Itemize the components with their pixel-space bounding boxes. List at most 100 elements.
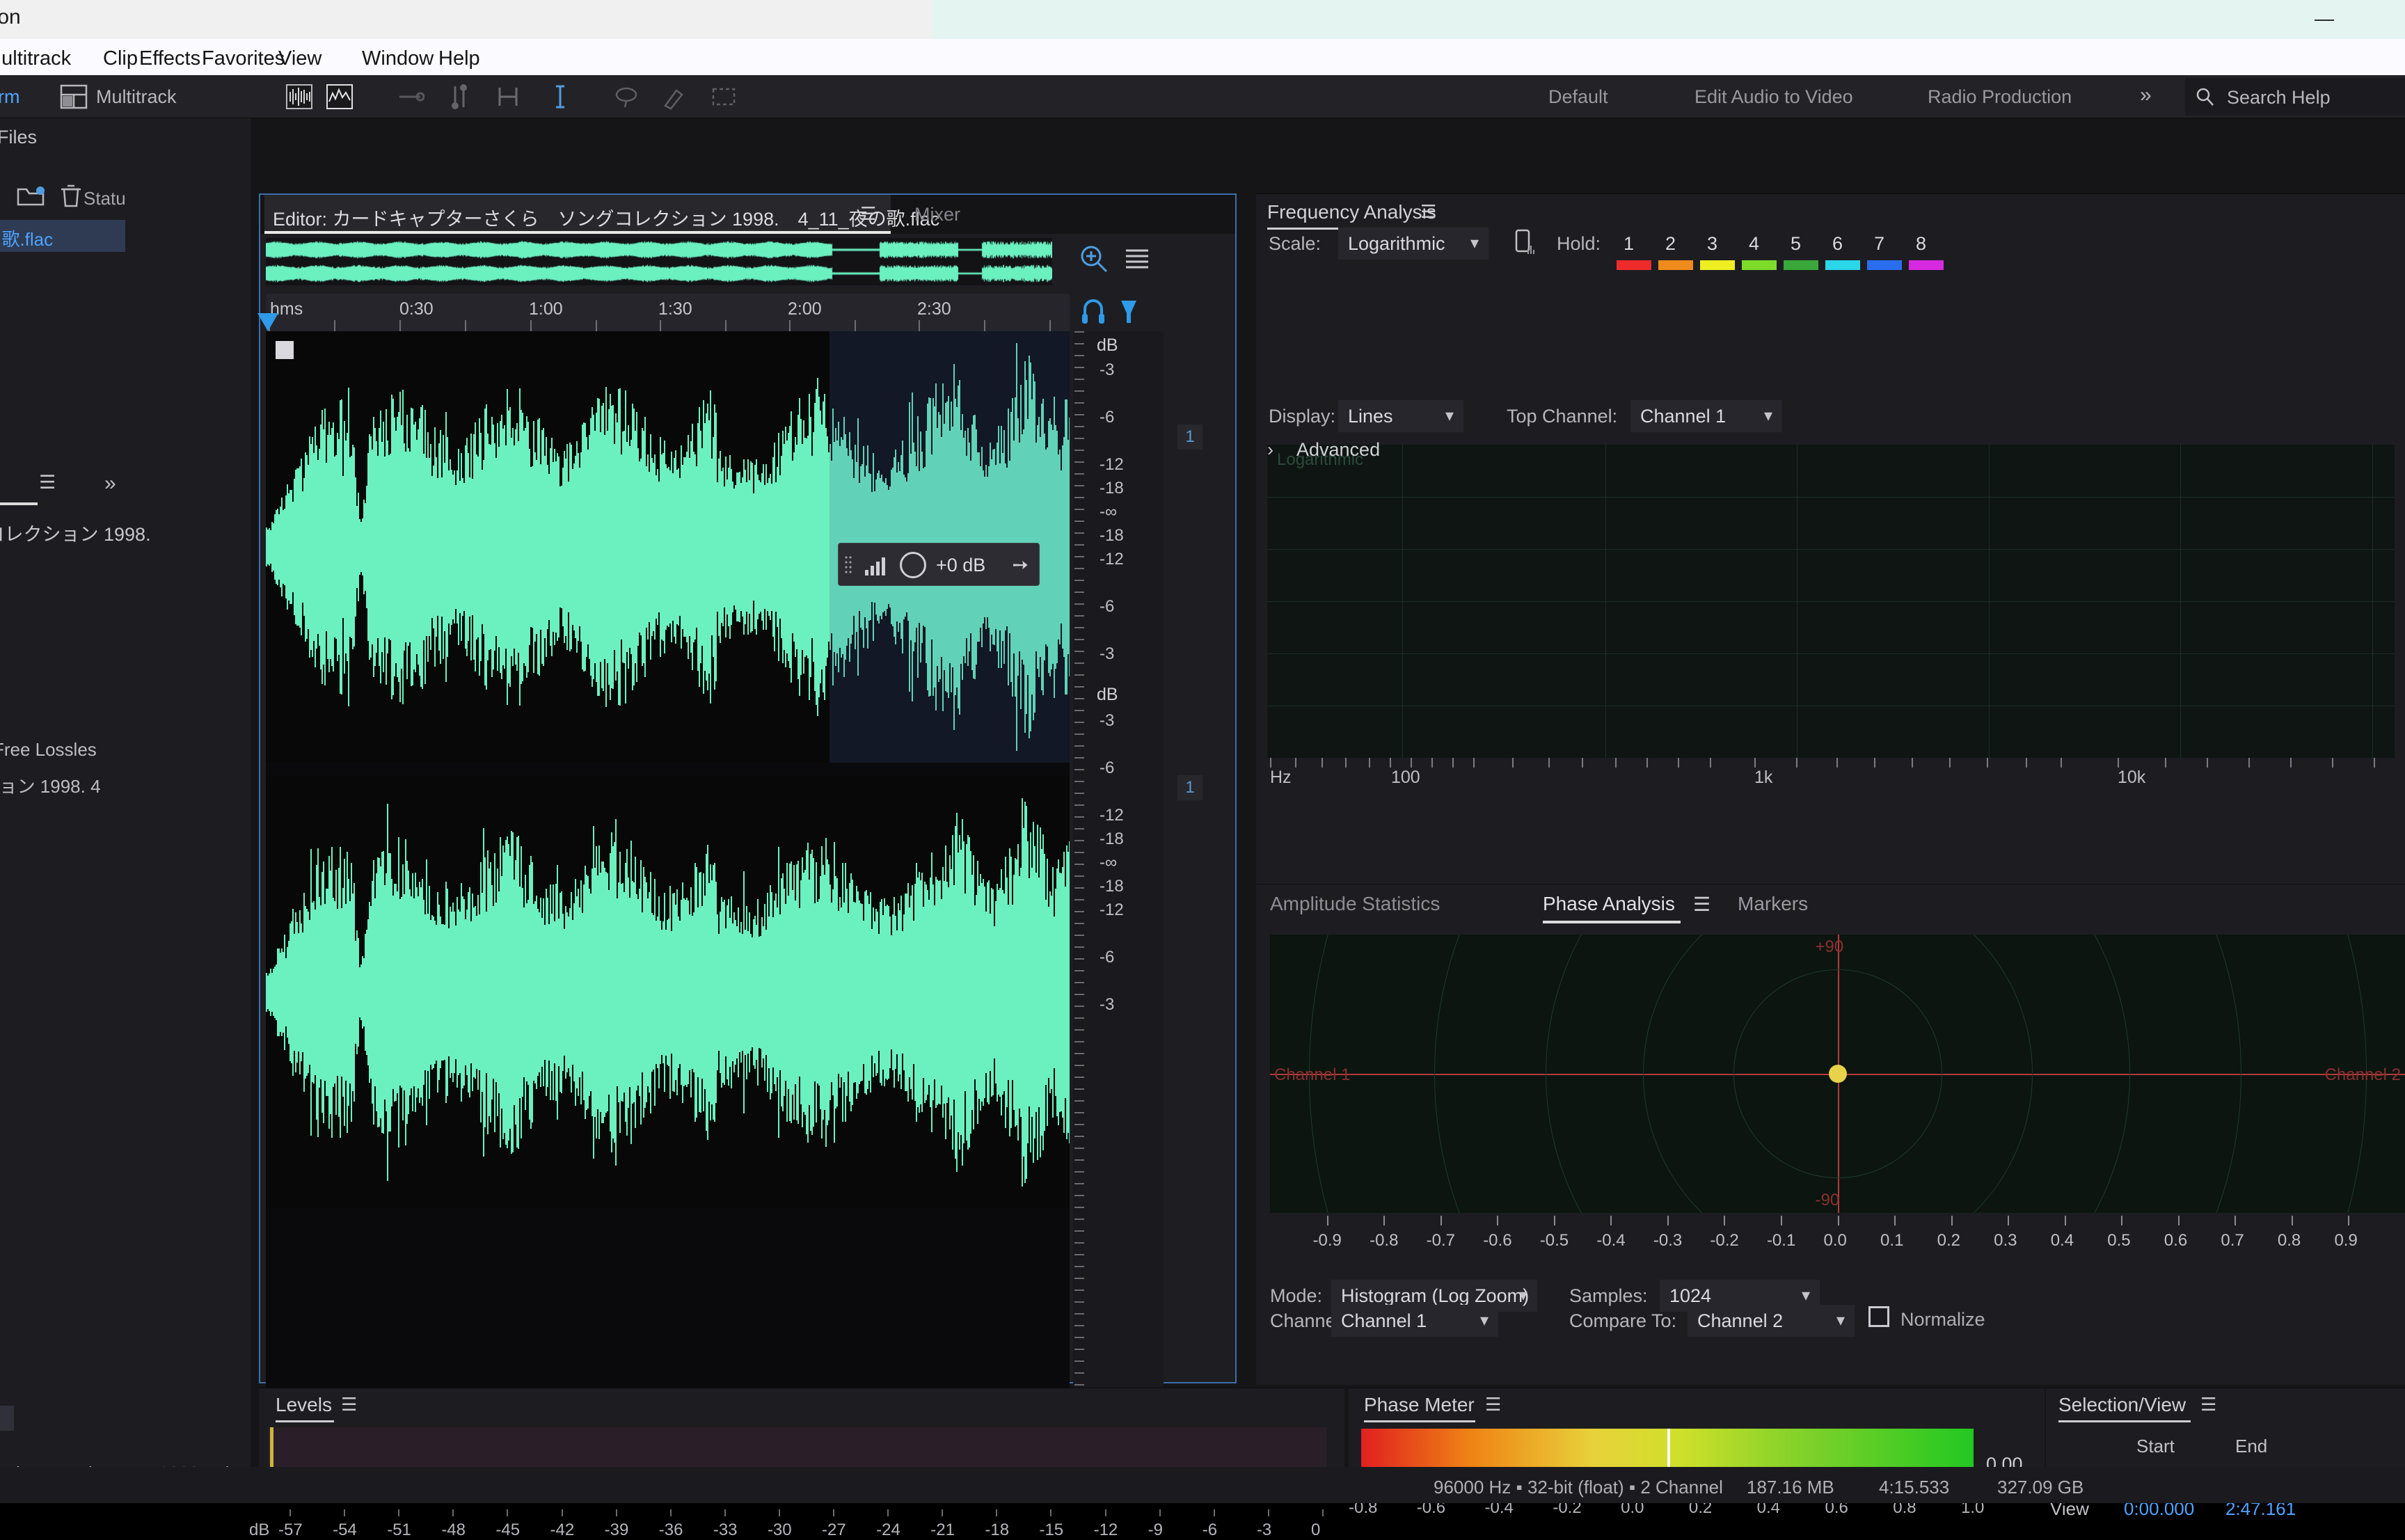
channel-badge-1[interactable]: 1 <box>1177 424 1202 450</box>
playhead-marker[interactable] <box>257 313 278 331</box>
level-bars-icon[interactable] <box>864 556 889 575</box>
levels-label-4: -45 <box>495 1521 521 1539</box>
db2-label-5: -18 <box>1100 877 1124 896</box>
search-help-label[interactable]: Search Help <box>2227 87 2331 109</box>
scale-dropdown[interactable]: Logarithmic ▾ <box>1338 228 1489 260</box>
multitrack-tab[interactable]: Multitrack <box>96 86 177 108</box>
panel-menu-icon[interactable]: ☰ <box>341 1394 357 1415</box>
menu-item-multitrack[interactable]: Multitrack <box>0 47 71 70</box>
minimize-icon[interactable]: — <box>2303 3 2345 36</box>
panel-menu-icon[interactable]: ☰ <box>2200 1394 2216 1415</box>
slip-icon[interactable] <box>494 84 522 110</box>
hold-swatch-8[interactable] <box>1909 260 1944 270</box>
snapshot-icon[interactable] <box>1511 228 1536 262</box>
pin-icon[interactable]: ➚ <box>1007 551 1035 579</box>
hold-swatch-7[interactable] <box>1867 260 1902 270</box>
panel-menu-icon[interactable]: ☰ <box>1693 893 1711 916</box>
channel-dropdown[interactable]: Channel 1 ▾ <box>1331 1305 1498 1337</box>
hold-number-4[interactable]: 4 <box>1749 233 1759 255</box>
display-dropdown[interactable]: Lines ▾ <box>1338 400 1463 432</box>
hold-number-5[interactable]: 5 <box>1791 233 1801 255</box>
properties-collapse-chevron[interactable]: » <box>104 472 116 495</box>
files-tab[interactable]: Files <box>0 127 37 148</box>
levels-label-11: -24 <box>876 1521 900 1539</box>
import-file-icon[interactable] <box>14 181 47 214</box>
db-tick <box>1074 852 1084 853</box>
channel-mute-badge[interactable] <box>276 341 294 359</box>
workspace-radio-production[interactable]: Radio Production <box>1928 86 2072 108</box>
compare-to-dropdown[interactable]: Channel 2 ▾ <box>1688 1305 1855 1337</box>
panel-menu-icon[interactable]: ☰ <box>1485 1394 1501 1415</box>
mixer-tab[interactable]: Mixer <box>914 204 960 225</box>
hold-swatch-6[interactable] <box>1825 260 1860 270</box>
waveform-display[interactable] <box>266 331 1070 1429</box>
list-view-icon[interactable] <box>1122 242 1152 279</box>
workspace-default[interactable]: Default <box>1548 86 1608 108</box>
menu-item-favorites[interactable]: Favorites <box>202 47 285 70</box>
move-icon[interactable] <box>445 84 473 110</box>
hold-number-2[interactable]: 2 <box>1665 233 1676 255</box>
phase-scope[interactable]: Channel 1 Channel 2 +90 -90 <box>1270 935 2405 1213</box>
time-selection-icon[interactable] <box>550 84 578 110</box>
razor-icon[interactable] <box>397 84 425 110</box>
menu-item-help[interactable]: Help <box>438 47 480 70</box>
lasso-icon[interactable] <box>612 84 640 110</box>
clock-icon[interactable] <box>900 552 926 578</box>
hold-swatch-1[interactable] <box>1617 260 1651 270</box>
levels-tick <box>1322 1509 1324 1516</box>
multitrack-icon[interactable] <box>60 84 88 110</box>
amplitude-ruler[interactable]: dB -3 -6 -12 -18 -∞ -18 -12 -6 -3 dB -3 … <box>1073 331 1164 1429</box>
spectral-marker-icon[interactable] <box>1116 295 1142 332</box>
hold-swatch-3[interactable] <box>1700 260 1735 270</box>
tab-amplitude-statistics[interactable]: Amplitude Statistics <box>1270 893 1440 915</box>
mode-value: Histogram (Log Zoom) <box>1341 1285 1530 1306</box>
db-tick <box>1074 1006 1084 1007</box>
panel-menu-icon[interactable]: ☰ <box>39 472 56 493</box>
samples-label: Samples: <box>1569 1285 1648 1306</box>
drag-grip-icon[interactable] <box>844 555 852 575</box>
headphone-icon[interactable] <box>1078 295 1109 332</box>
hold-number-7[interactable]: 7 <box>1874 233 1884 255</box>
advanced-label[interactable]: Advanced <box>1296 439 1380 461</box>
waveform-view-icon[interactable] <box>285 84 313 110</box>
tab-markers[interactable]: Markers <box>1738 893 1808 915</box>
gain-overlay-widget[interactable]: +0 dB ➚ <box>838 543 1040 586</box>
gain-value[interactable]: +0 dB <box>936 555 985 576</box>
menu-item-clip[interactable]: Clip <box>103 47 138 70</box>
zoom-fit-icon[interactable] <box>1077 242 1111 279</box>
workspace-edit-audio-to-video[interactable]: Edit Audio to Video <box>1694 86 1853 108</box>
spectral-view-icon[interactable] <box>326 84 354 110</box>
tab-phase-analysis[interactable]: Phase Analysis <box>1543 893 1675 915</box>
hold-number-8[interactable]: 8 <box>1916 233 1926 255</box>
panel-menu-icon[interactable]: ☰ <box>860 203 876 225</box>
menu-item-effects[interactable]: Effects <box>139 47 200 70</box>
normalize-checkbox[interactable] <box>1868 1306 1889 1327</box>
advanced-chevron-icon[interactable]: › <box>1267 439 1273 461</box>
db-label-0: -3 <box>1100 360 1115 379</box>
marquee-icon[interactable] <box>710 84 738 110</box>
waveform-channel-2[interactable] <box>266 777 1070 1208</box>
waveform-overview[interactable] <box>266 238 1052 285</box>
delete-file-icon[interactable] <box>57 181 85 214</box>
hold-swatch-2[interactable] <box>1658 260 1693 270</box>
timeline-ruler[interactable]: hms 0:30 1:00 1:30 2:00 2:30 <box>266 294 1070 331</box>
panel-menu-icon[interactable]: ☰ <box>1420 201 1436 223</box>
paintbrush-icon[interactable] <box>661 84 689 110</box>
waveform-view-tab[interactable]: orm <box>0 86 20 108</box>
db-tick <box>1074 1230 1084 1232</box>
hold-number-3[interactable]: 3 <box>1707 233 1717 255</box>
hold-number-1[interactable]: 1 <box>1624 233 1634 255</box>
levels-tick <box>887 1509 889 1516</box>
menu-item-window[interactable]: Window <box>362 47 434 70</box>
levels-tick <box>778 1509 780 1516</box>
hold-swatch-5[interactable] <box>1784 260 1818 270</box>
channel-badge-2[interactable]: 1 <box>1177 775 1202 800</box>
top-channel-dropdown[interactable]: Channel 1 ▾ <box>1630 400 1782 432</box>
menu-item-view[interactable]: View <box>278 47 322 70</box>
db-tick <box>1074 1313 1084 1315</box>
hold-number-6[interactable]: 6 <box>1832 233 1843 255</box>
workspace-more-chevron[interactable]: » <box>2140 84 2152 107</box>
file-list-item[interactable]: キャプター_夜の歌.flac <box>0 220 125 252</box>
hold-swatch-4[interactable] <box>1742 260 1777 270</box>
frequency-graph[interactable]: Logarithmic <box>1267 445 2395 758</box>
